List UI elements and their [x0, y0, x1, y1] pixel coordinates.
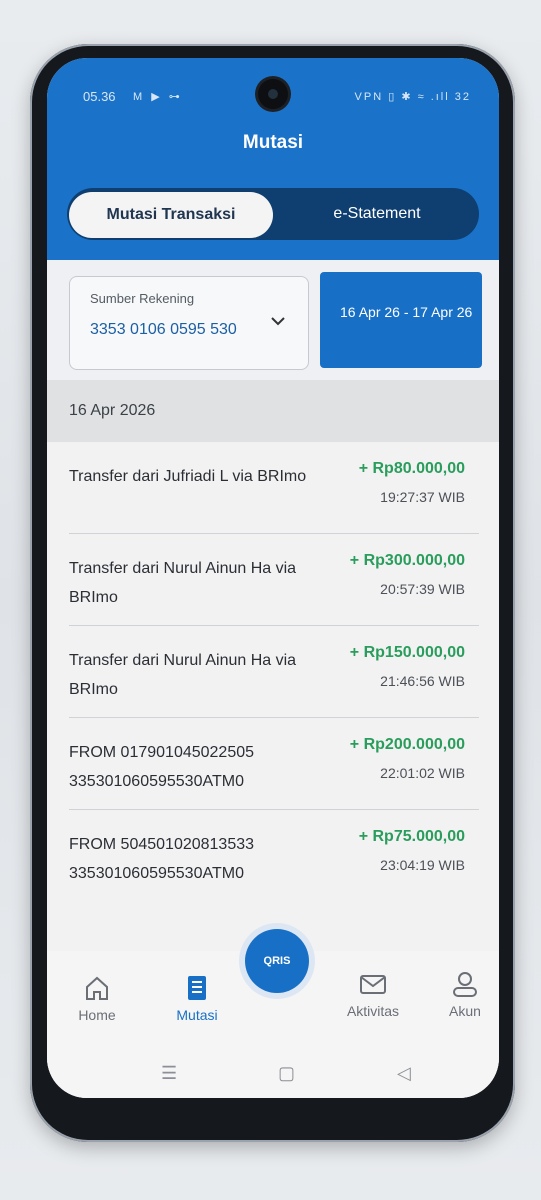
transaction-time: 21:46:56 WIB [380, 673, 465, 689]
tab-mutasi-transaksi[interactable]: Mutasi Transaksi [69, 192, 273, 238]
date-header-label: 16 Apr 2026 [69, 402, 156, 419]
transaction-row[interactable]: Transfer dari Jufriadi L via BRImo + Rp8… [47, 442, 499, 534]
source-account-number: 3353 0106 0595 530 [90, 321, 237, 338]
transaction-description: Transfer dari Nurul Ainun Ha via BRImo [69, 652, 297, 698]
nav-akun-label: Akun [449, 1003, 481, 1019]
recent-apps-icon[interactable]: ☰ [161, 1063, 177, 1084]
status-time: 05.36 [83, 89, 116, 104]
receipt-icon [188, 976, 206, 1000]
transaction-time: 23:04:19 WIB [380, 857, 465, 873]
transaction-amount: + Rp200.000,00 [349, 736, 465, 753]
transaction-time: 20:57:39 WIB [380, 581, 465, 597]
transaction-row[interactable]: FROM 504501020813533 335301060595530ATM0… [47, 810, 499, 902]
transaction-amount: + Rp150.000,00 [349, 644, 465, 661]
source-account-select[interactable]: Sumber Rekening 3353 0106 0595 530 [69, 276, 309, 370]
home-icon [86, 976, 108, 1000]
qris-scan-icon: QRIS [263, 955, 291, 967]
nav-aktivitas-label: Aktivitas [346, 1003, 400, 1019]
tab-e-statement[interactable]: e-Statement [279, 188, 475, 240]
transaction-row[interactable]: Transfer dari Nurul Ainun Ha via BRImo +… [47, 626, 499, 718]
tab-bar: Mutasi Transaksi e-Statement [67, 188, 479, 240]
front-camera [258, 79, 288, 109]
bottom-navigation: Home Mutasi QRIS Aktivitas Akun ☰ ▢ ◁ [47, 929, 499, 1098]
nav-mutasi[interactable]: Mutasi [157, 973, 237, 1023]
user-icon [453, 972, 477, 997]
transaction-list: 16 Apr 2026 Transfer dari Jufriadi L via… [47, 380, 499, 980]
transaction-description: FROM 504501020813533 335301060595530ATM0 [69, 836, 255, 882]
app-header: 05.36 M ▶ ⊶ VPN ▯ ✱ ≈ .ıll 32 Mutasi Mut… [47, 58, 499, 260]
home-button-icon[interactable]: ▢ [278, 1063, 295, 1084]
qris-button[interactable]: QRIS [245, 929, 309, 993]
nav-mutasi-label: Mutasi [176, 1007, 218, 1023]
transaction-time: 19:27:37 WIB [380, 489, 465, 505]
nav-akun[interactable]: Akun [435, 969, 495, 1019]
transaction-row[interactable]: Transfer dari Nurul Ainun Ha via BRImo +… [47, 534, 499, 626]
back-icon[interactable]: ◁ [397, 1063, 411, 1084]
transaction-description: Transfer dari Jufriadi L via BRImo [69, 468, 307, 485]
date-header: 16 Apr 2026 [47, 380, 499, 442]
transaction-amount: + Rp80.000,00 [358, 460, 465, 477]
source-account-label: Sumber Rekening [90, 291, 195, 306]
transaction-time: 22:01:02 WIB [380, 765, 465, 781]
transaction-description: FROM 017901045022505 335301060595530ATM0 [69, 744, 255, 790]
page-title: Mutasi [242, 132, 304, 153]
date-range-label: 16 Apr 26 - 17 Apr 26 [340, 304, 473, 320]
nav-home-label: Home [78, 1007, 116, 1023]
transaction-row[interactable]: FROM 017901045022505 335301060595530ATM0… [47, 718, 499, 810]
transaction-amount: + Rp75.000,00 [358, 828, 465, 845]
filter-section: Sumber Rekening 3353 0106 0595 530 16 Ap… [47, 260, 499, 380]
nav-aktivitas[interactable]: Aktivitas [333, 969, 413, 1019]
date-range-button[interactable]: 16 Apr 26 - 17 Apr 26 [320, 272, 482, 368]
app-screen: 05.36 M ▶ ⊶ VPN ▯ ✱ ≈ .ıll 32 Mutasi Mut… [47, 58, 499, 1098]
mail-icon [360, 975, 386, 994]
system-icons: VPN ▯ ✱ ≈ .ıll 32 [354, 91, 471, 103]
system-navigation-bar: ☰ ▢ ◁ [47, 1063, 499, 1093]
chevron-down-icon [270, 313, 286, 331]
nav-home[interactable]: Home [57, 973, 137, 1023]
notification-icons: M ▶ ⊶ [133, 91, 183, 103]
transaction-description: Transfer dari Nurul Ainun Ha via BRImo [69, 560, 297, 606]
transaction-amount: + Rp300.000,00 [349, 552, 465, 569]
